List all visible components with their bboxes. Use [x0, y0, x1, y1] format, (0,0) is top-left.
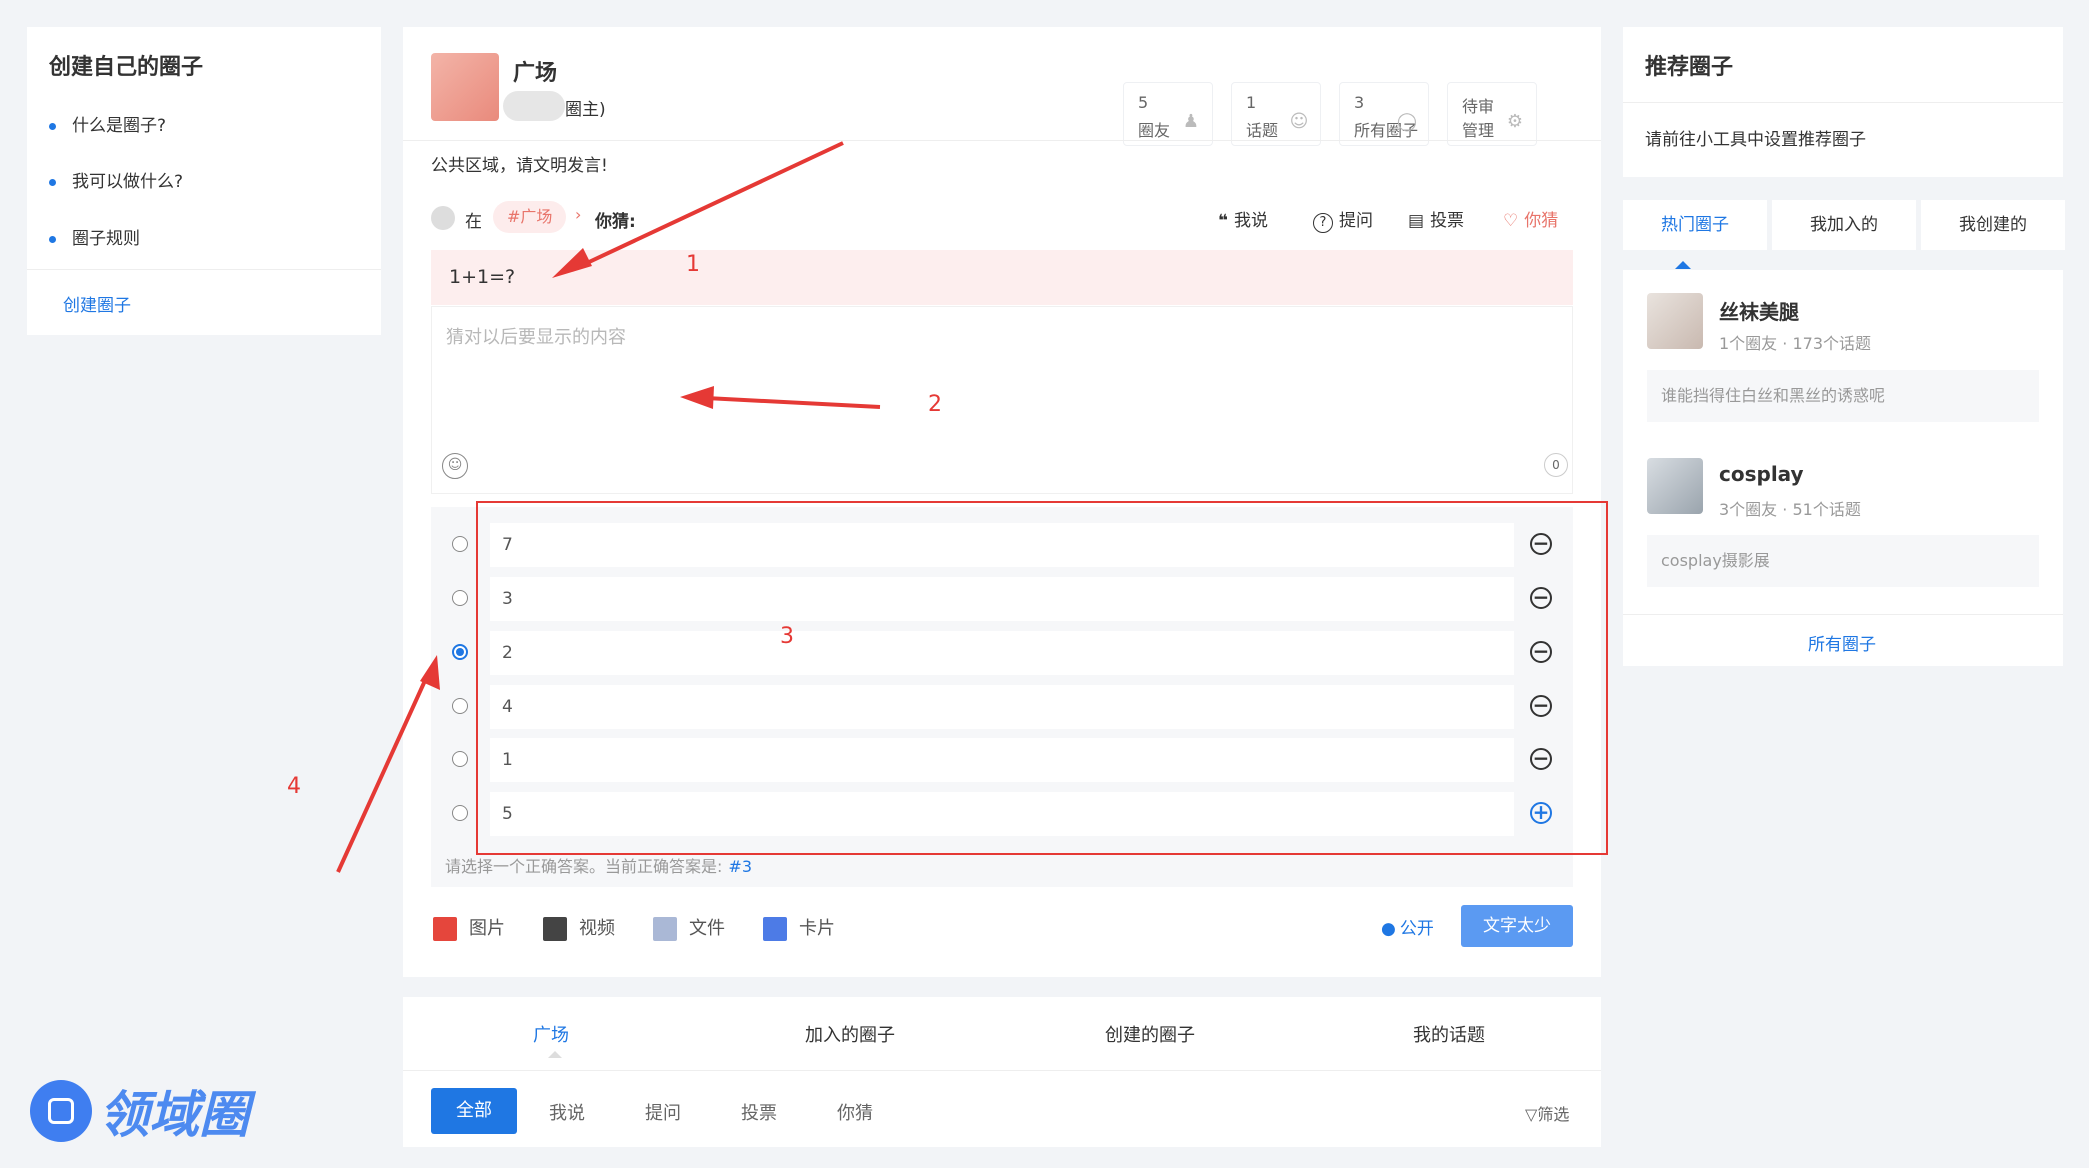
site-logo: 领域圈 — [30, 1075, 249, 1147]
logo-icon — [30, 1080, 92, 1142]
annotation-label: 3 — [780, 624, 794, 649]
annotation-arrowhead — [680, 386, 714, 409]
annotation-arrowhead — [552, 248, 592, 278]
annotation-arrow — [571, 141, 844, 272]
logo-text: 领域圈 — [99, 1086, 250, 1144]
annotation-label: 2 — [928, 392, 942, 417]
annotation-arrow — [705, 396, 881, 409]
annotation-overlay — [336, 141, 1608, 873]
annotation-label: 1 — [686, 252, 700, 277]
annotation-arrow — [336, 673, 430, 873]
annotation-box — [476, 501, 1608, 855]
annotation-label: 4 — [287, 774, 301, 799]
